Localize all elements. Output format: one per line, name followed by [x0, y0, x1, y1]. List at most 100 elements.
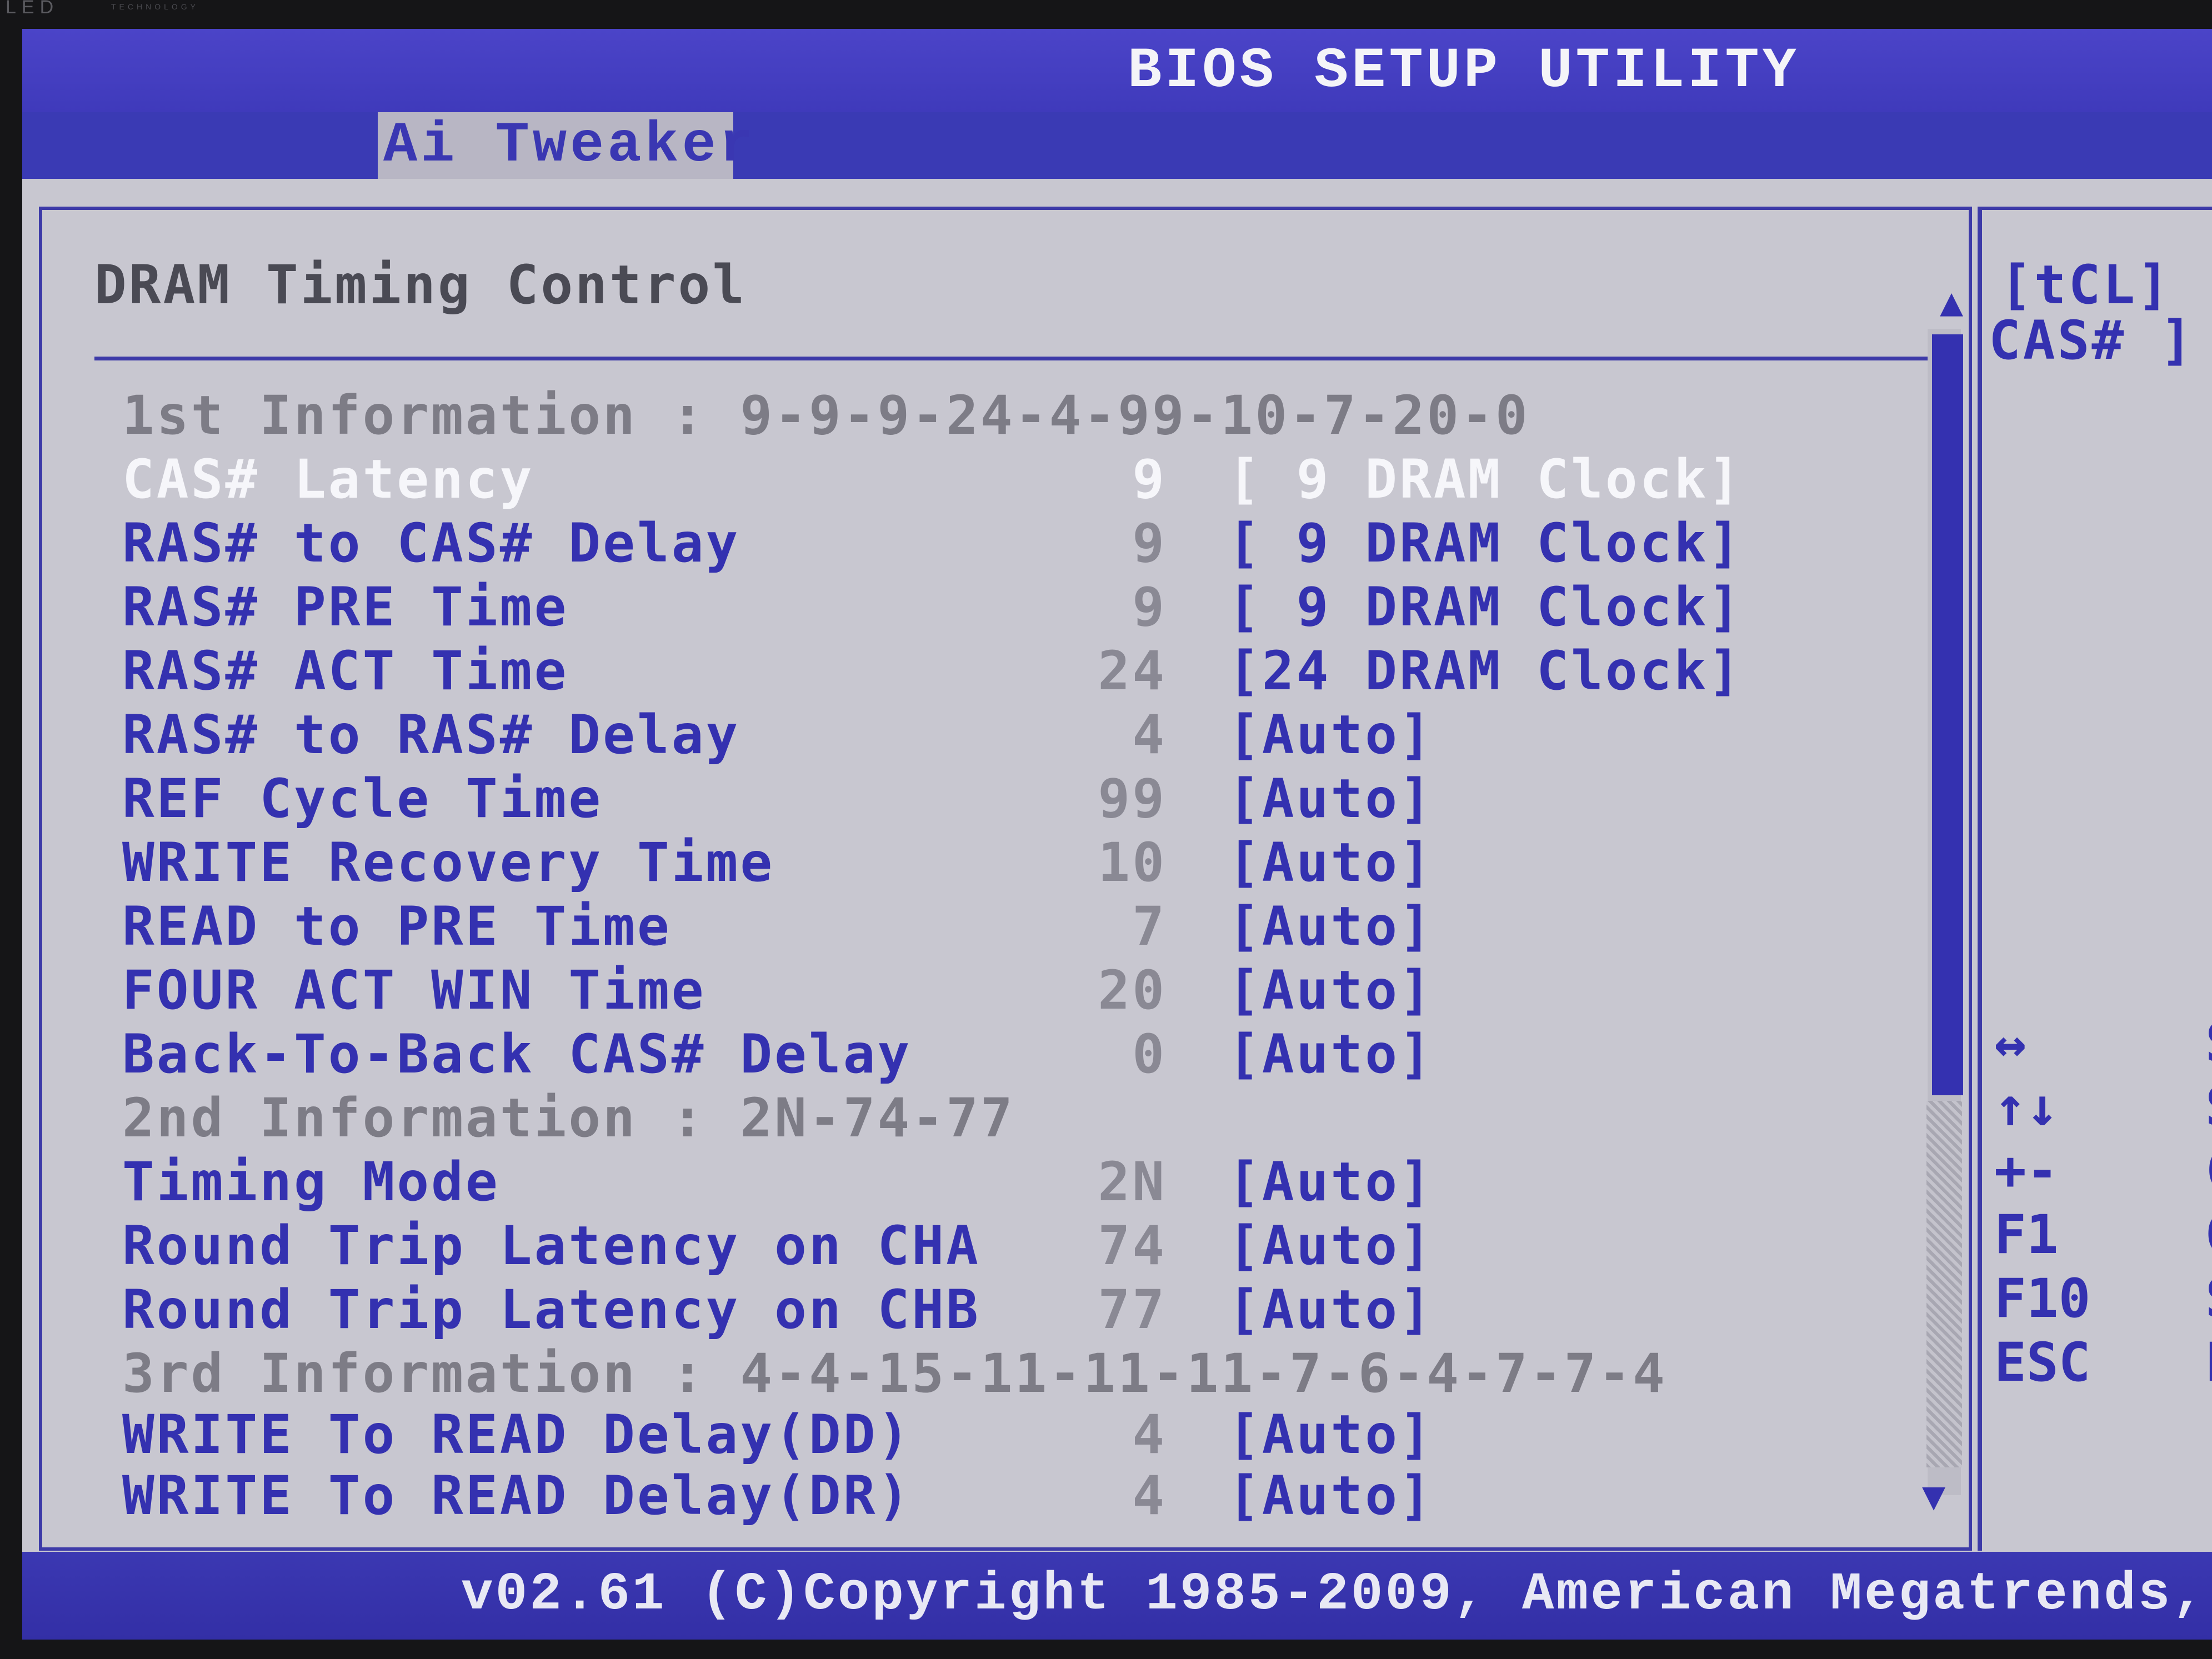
current-value: 9: [1132, 576, 1167, 638]
current-value: 20: [1098, 959, 1167, 1021]
section-divider: [94, 357, 1944, 360]
current-value: 77: [1098, 1279, 1167, 1341]
setting-value[interactable]: [ 9 DRAM Clock]: [1228, 512, 1743, 574]
setting-value[interactable]: [ 9 DRAM Clock]: [1228, 448, 1743, 510]
scrollbar-thumb[interactable]: [1932, 334, 1963, 1095]
setting-label: WRITE Recovery Time: [122, 831, 775, 894]
setting-row[interactable]: RAS# ACT Time 24 [24 DRAM Clock]: [22, 640, 1911, 702]
setting-value[interactable]: [24 DRAM Clock]: [1228, 640, 1743, 702]
scrollbar-lower-track[interactable]: [1926, 1101, 1962, 1467]
setting-row[interactable]: CAS# Latency 9 [ 9 DRAM Clock]: [22, 448, 1911, 510]
app-title: BIOS SETUP UTILITY: [1128, 39, 1800, 103]
info-text: 2nd Information : 2N-74-77: [122, 1087, 1015, 1149]
setting-value[interactable]: [Auto]: [1228, 704, 1434, 766]
setting-value[interactable]: [ 9 DRAM Clock]: [1228, 576, 1743, 638]
current-value: 9: [1132, 448, 1167, 510]
info-row: 2nd Information : 2N-74-77: [22, 1087, 1911, 1149]
key-label: F10: [1994, 1267, 2091, 1330]
help-text: CAS# ]: [1989, 309, 2195, 372]
setting-row[interactable]: READ to PRE Time 7 [Auto]: [22, 895, 1911, 958]
info-text: 1st Information : 9-9-9-24-4-99-10-7-20-…: [122, 384, 1530, 447]
info-text: 3rd Information : 4-4-15-11-11-11-7-6-4-…: [122, 1342, 1667, 1405]
key-description: C: [2205, 1140, 2212, 1202]
monitor-logo: LED: [6, 0, 59, 18]
up-down-arrows-icon: ↑↓: [1994, 1076, 2059, 1138]
bios-screen: BIOS SETUP UTILITY Ai Tweaker DRAM Timin…: [22, 29, 2212, 1640]
setting-row[interactable]: FOUR ACT WIN Time 20 [Auto]: [22, 959, 1911, 1021]
setting-row[interactable]: REF Cycle Time 99 [Auto]: [22, 768, 1911, 830]
current-value: 4: [1132, 1465, 1167, 1527]
left-right-arrows-icon: ↔: [1994, 1012, 2026, 1074]
setting-row[interactable]: Round Trip Latency on CHB 77 [Auto]: [22, 1279, 1911, 1341]
key-description: S: [2205, 1076, 2212, 1138]
setting-value[interactable]: [Auto]: [1228, 1151, 1434, 1213]
setting-value[interactable]: [Auto]: [1228, 1465, 1434, 1527]
key-legend-item: ↑↓ S: [1994, 1076, 2212, 1138]
copyright-text: v02.61 (C)Copyright 1985-2009, American …: [461, 1564, 2207, 1625]
title-bar: BIOS SETUP UTILITY: [22, 29, 2212, 112]
setting-label: RAS# ACT Time: [122, 640, 569, 702]
setting-row[interactable]: Timing Mode 2N [Auto]: [22, 1151, 1911, 1213]
setting-row[interactable]: Back-To-Back CAS# Delay 0 [Auto]: [22, 1023, 1911, 1085]
key-label: ESC: [1994, 1331, 2091, 1394]
current-value: 4: [1132, 704, 1167, 766]
setting-label: RAS# to CAS# Delay: [122, 512, 740, 574]
setting-value[interactable]: [Auto]: [1228, 1215, 1434, 1277]
setting-row[interactable]: RAS# PRE Time 9 [ 9 DRAM Clock]: [22, 576, 1911, 638]
setting-value[interactable]: [Auto]: [1228, 1023, 1434, 1085]
setting-value[interactable]: [Auto]: [1228, 1279, 1434, 1341]
setting-label: Round Trip Latency on CHA: [122, 1215, 980, 1277]
key-label: F1: [1994, 1204, 2059, 1266]
key-legend-item: +- C: [1994, 1140, 2212, 1202]
key-description: S: [2205, 1012, 2212, 1074]
current-value: 7: [1132, 895, 1167, 958]
key-description: E: [2205, 1331, 2212, 1394]
setting-value[interactable]: [Auto]: [1228, 768, 1434, 830]
setting-label: WRITE To READ Delay(DD): [122, 1404, 912, 1466]
current-value: 9: [1132, 512, 1167, 574]
info-row: 3rd Information : 4-4-15-11-11-11-7-6-4-…: [22, 1342, 1911, 1405]
current-value: 4: [1132, 1404, 1167, 1466]
setting-row[interactable]: WRITE To READ Delay(DD) 4 [Auto]: [22, 1404, 1911, 1466]
setting-value[interactable]: [Auto]: [1228, 895, 1434, 958]
scroll-down-icon[interactable]: ▼: [1922, 1473, 1945, 1518]
current-value: 2N: [1098, 1151, 1167, 1213]
current-value: 24: [1098, 640, 1167, 702]
scroll-up-icon[interactable]: ▲: [1940, 279, 1963, 324]
current-value: 0: [1132, 1023, 1167, 1085]
setting-label: Back-To-Back CAS# Delay: [122, 1023, 912, 1085]
key-description: G: [2205, 1204, 2212, 1266]
setting-row[interactable]: WRITE To READ Delay(DR) 4 [Auto]: [22, 1465, 1911, 1527]
key-legend-item: ESC E: [1994, 1331, 2212, 1394]
key-legend-item: F10 S: [1994, 1267, 2212, 1330]
setting-row[interactable]: WRITE Recovery Time 10 [Auto]: [22, 831, 1911, 894]
setting-row[interactable]: Round Trip Latency on CHA 74 [Auto]: [22, 1215, 1911, 1277]
tab-bar: [22, 112, 2212, 179]
key-legend-item: F1 G: [1994, 1204, 2212, 1266]
setting-value[interactable]: [Auto]: [1228, 1404, 1434, 1466]
key-legend-item: ↔S: [1994, 1012, 2212, 1074]
setting-label: WRITE To READ Delay(DR): [122, 1465, 912, 1527]
key-description: S: [2205, 1267, 2212, 1330]
setting-label: Round Trip Latency on CHB: [122, 1279, 980, 1341]
monitor-logo-sub: TECHNOLOGY: [111, 2, 199, 11]
setting-label: REF Cycle Time: [122, 768, 603, 830]
setting-row[interactable]: RAS# to CAS# Delay 9 [ 9 DRAM Clock]: [22, 512, 1911, 574]
setting-label: RAS# to RAS# Delay: [122, 704, 740, 766]
setting-label: READ to PRE Time: [122, 895, 672, 958]
setting-label: RAS# PRE Time: [122, 576, 569, 638]
footer: v02.61 (C)Copyright 1985-2009, American …: [22, 1552, 2212, 1640]
help-title: [tCL]: [2000, 254, 2171, 316]
setting-value[interactable]: [Auto]: [1228, 959, 1434, 1021]
setting-row[interactable]: RAS# to RAS# Delay 4 [Auto]: [22, 704, 1911, 766]
setting-value[interactable]: [Auto]: [1228, 831, 1434, 894]
current-value: 74: [1098, 1215, 1167, 1277]
info-row: 1st Information : 9-9-9-24-4-99-10-7-20-…: [22, 384, 1911, 447]
tab-ai-tweaker[interactable]: Ai Tweaker: [378, 112, 753, 179]
setting-label: FOUR ACT WIN Time: [122, 959, 706, 1021]
current-value: 99: [1098, 768, 1167, 830]
setting-label: Timing Mode: [122, 1151, 500, 1213]
setting-label: CAS# Latency: [122, 448, 534, 510]
section-title: DRAM Timing Control: [94, 254, 747, 316]
plus-minus-icon: +-: [1994, 1140, 2059, 1202]
